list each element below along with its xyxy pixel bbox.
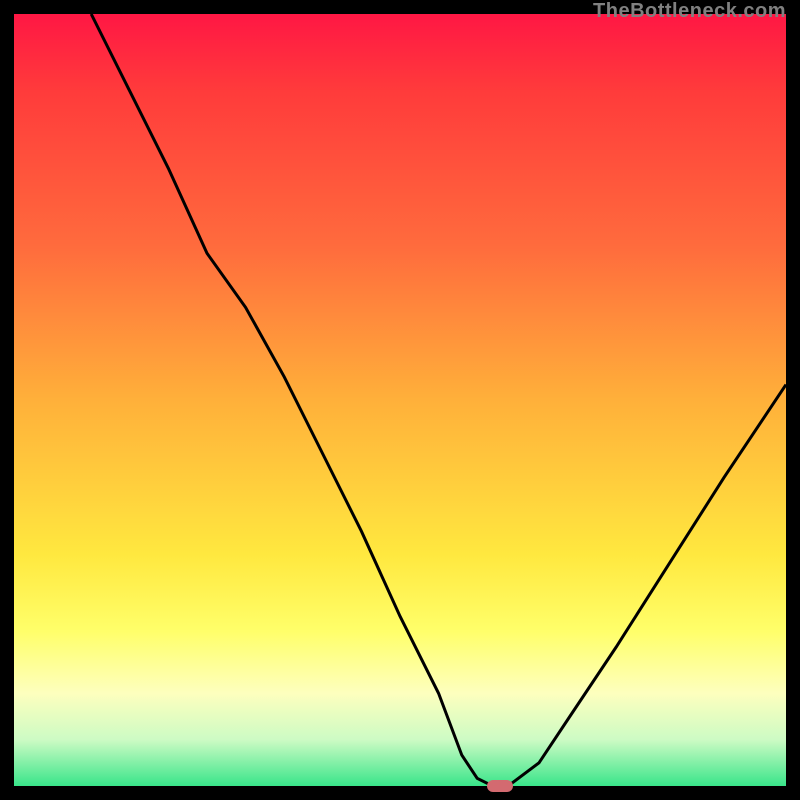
chart-frame: TheBottleneck.com (0, 0, 800, 800)
attribution-label: TheBottleneck.com (593, 0, 786, 23)
optimal-marker (487, 780, 513, 792)
bottleneck-curve (91, 14, 786, 786)
plot-area (14, 14, 786, 786)
curve-svg (14, 14, 786, 786)
